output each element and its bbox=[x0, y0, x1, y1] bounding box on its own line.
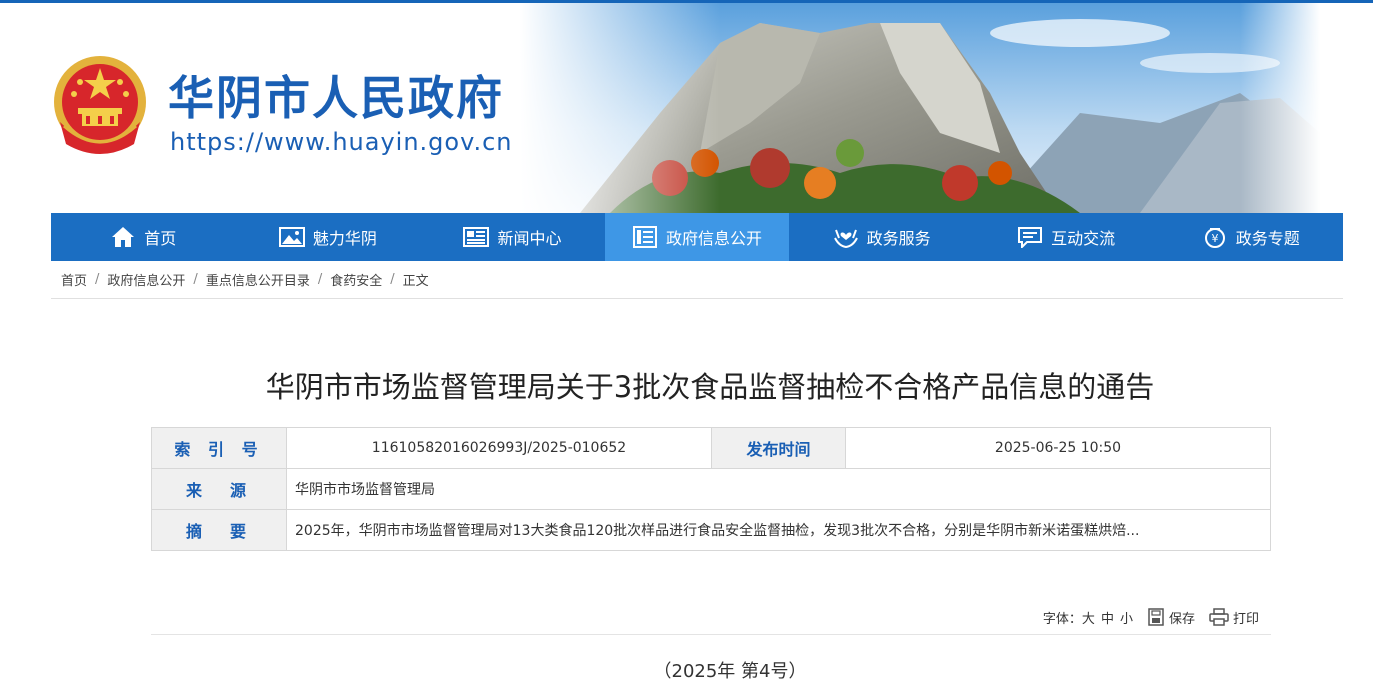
meta-row: 来 源 华阴市市场监督管理局 bbox=[151, 468, 1271, 510]
nav-label: 政府信息公开 bbox=[666, 229, 763, 248]
nav-label: 新闻中心 bbox=[497, 229, 562, 248]
breadcrumb-separator: / bbox=[193, 272, 198, 287]
chat-icon bbox=[1017, 226, 1043, 248]
svg-text:¥: ¥ bbox=[1211, 232, 1218, 245]
source-label: 来 源 bbox=[151, 468, 287, 510]
print-label: 打印 bbox=[1232, 611, 1259, 627]
breadcrumb-separator: / bbox=[390, 272, 395, 287]
save-icon bbox=[1148, 608, 1164, 626]
nav-item-home[interactable]: 首页 bbox=[51, 213, 236, 261]
article-meta-table: 索 引 号 11610582016026993J/2025-010652 发布时… bbox=[151, 427, 1271, 551]
nav-item-interaction[interactable]: 互动交流 bbox=[974, 213, 1159, 261]
newspaper-icon bbox=[463, 226, 490, 248]
nav-label: 政务服务 bbox=[866, 229, 931, 248]
breadcrumb-gov-info[interactable]: 政府信息公开 bbox=[107, 270, 185, 289]
breadcrumb-key-info-catalog[interactable]: 重点信息公开目录 bbox=[206, 270, 310, 289]
document-list-icon bbox=[632, 226, 658, 248]
nav-label: 政务专题 bbox=[1235, 229, 1300, 248]
nav-item-special-topics[interactable]: ¥ 政务专题 bbox=[1158, 213, 1343, 261]
breadcrumb-current: 正文 bbox=[402, 274, 429, 289]
publish-time-label: 发布时间 bbox=[711, 427, 846, 469]
hands-heart-icon bbox=[833, 226, 859, 248]
meta-row: 索 引 号 11610582016026993J/2025-010652 发布时… bbox=[151, 427, 1271, 469]
index-number-label: 索 引 号 bbox=[151, 427, 287, 469]
font-size-large[interactable]: 大 bbox=[1082, 608, 1095, 627]
breadcrumb: 首页 / 政府信息公开 / 重点信息公开目录 / 食药安全 / 正文 bbox=[51, 261, 1343, 299]
source-value: 华阴市市场监督管理局 bbox=[286, 468, 1271, 510]
font-size-medium[interactable]: 中 bbox=[1101, 608, 1114, 627]
font-size-small[interactable]: 小 bbox=[1120, 608, 1133, 627]
article-title: 华阴市市场监督管理局关于3批次食品监督抽检不合格产品信息的通告 bbox=[265, 370, 1155, 404]
breadcrumb-separator: / bbox=[317, 272, 323, 287]
site-url[interactable]: https://www.huayin.gov.cn bbox=[170, 128, 512, 156]
nav-item-news[interactable]: 新闻中心 bbox=[420, 213, 605, 261]
national-emblem-icon[interactable] bbox=[50, 52, 150, 158]
mountain-banner-image bbox=[520, 3, 1320, 213]
home-icon bbox=[110, 226, 136, 248]
site-title[interactable]: 华阴市人民政府 bbox=[168, 62, 504, 128]
article-tools: 字体： 大 中 小 保存 打印 bbox=[151, 600, 1271, 635]
nav-item-gov-service[interactable]: 政务服务 bbox=[789, 213, 974, 261]
document-number: （2025年 第4号） bbox=[653, 661, 807, 682]
breadcrumb-home[interactable]: 首页 bbox=[61, 270, 87, 289]
index-number-value: 11610582016026993J/2025-010652 bbox=[286, 427, 712, 469]
print-button[interactable]: 打印 bbox=[1209, 608, 1259, 627]
breadcrumb-separator: / bbox=[95, 272, 100, 287]
nav-label: 首页 bbox=[144, 229, 177, 248]
nav-item-gov-info[interactable]: 政府信息公开 bbox=[604, 213, 790, 261]
printer-icon bbox=[1209, 608, 1229, 626]
site-header: 华阴市人民政府 https://www.huayin.gov.cn bbox=[0, 0, 1373, 213]
font-size-label: 字体： bbox=[1042, 611, 1082, 627]
nav-label: 魅力华阴 bbox=[312, 229, 377, 248]
money-bag-icon: ¥ bbox=[1202, 226, 1228, 248]
breadcrumb-food-drug-safety[interactable]: 食药安全 bbox=[330, 270, 382, 289]
nav-item-charm-huayin[interactable]: 魅力华阴 bbox=[236, 213, 421, 261]
picture-icon bbox=[278, 226, 305, 248]
abstract-value: 2025年，华阴市市场监督管理局对13大类食品120批次样品进行食品安全监督抽检… bbox=[286, 509, 1271, 551]
abstract-label: 摘 要 bbox=[151, 509, 287, 551]
nav-label: 互动交流 bbox=[1051, 229, 1116, 248]
meta-row: 摘 要 2025年，华阴市市场监督管理局对13大类食品120批次样品进行食品安全… bbox=[151, 509, 1271, 551]
main-nav: 首页 魅力华阴 新闻中心 政府信息公开 政务服务 互动交流 ¥ 政务专题 bbox=[51, 213, 1343, 261]
publish-time-value: 2025-06-25 10:50 bbox=[845, 427, 1271, 469]
save-button[interactable]: 保存 bbox=[1147, 608, 1195, 627]
save-label: 保存 bbox=[1168, 611, 1195, 627]
